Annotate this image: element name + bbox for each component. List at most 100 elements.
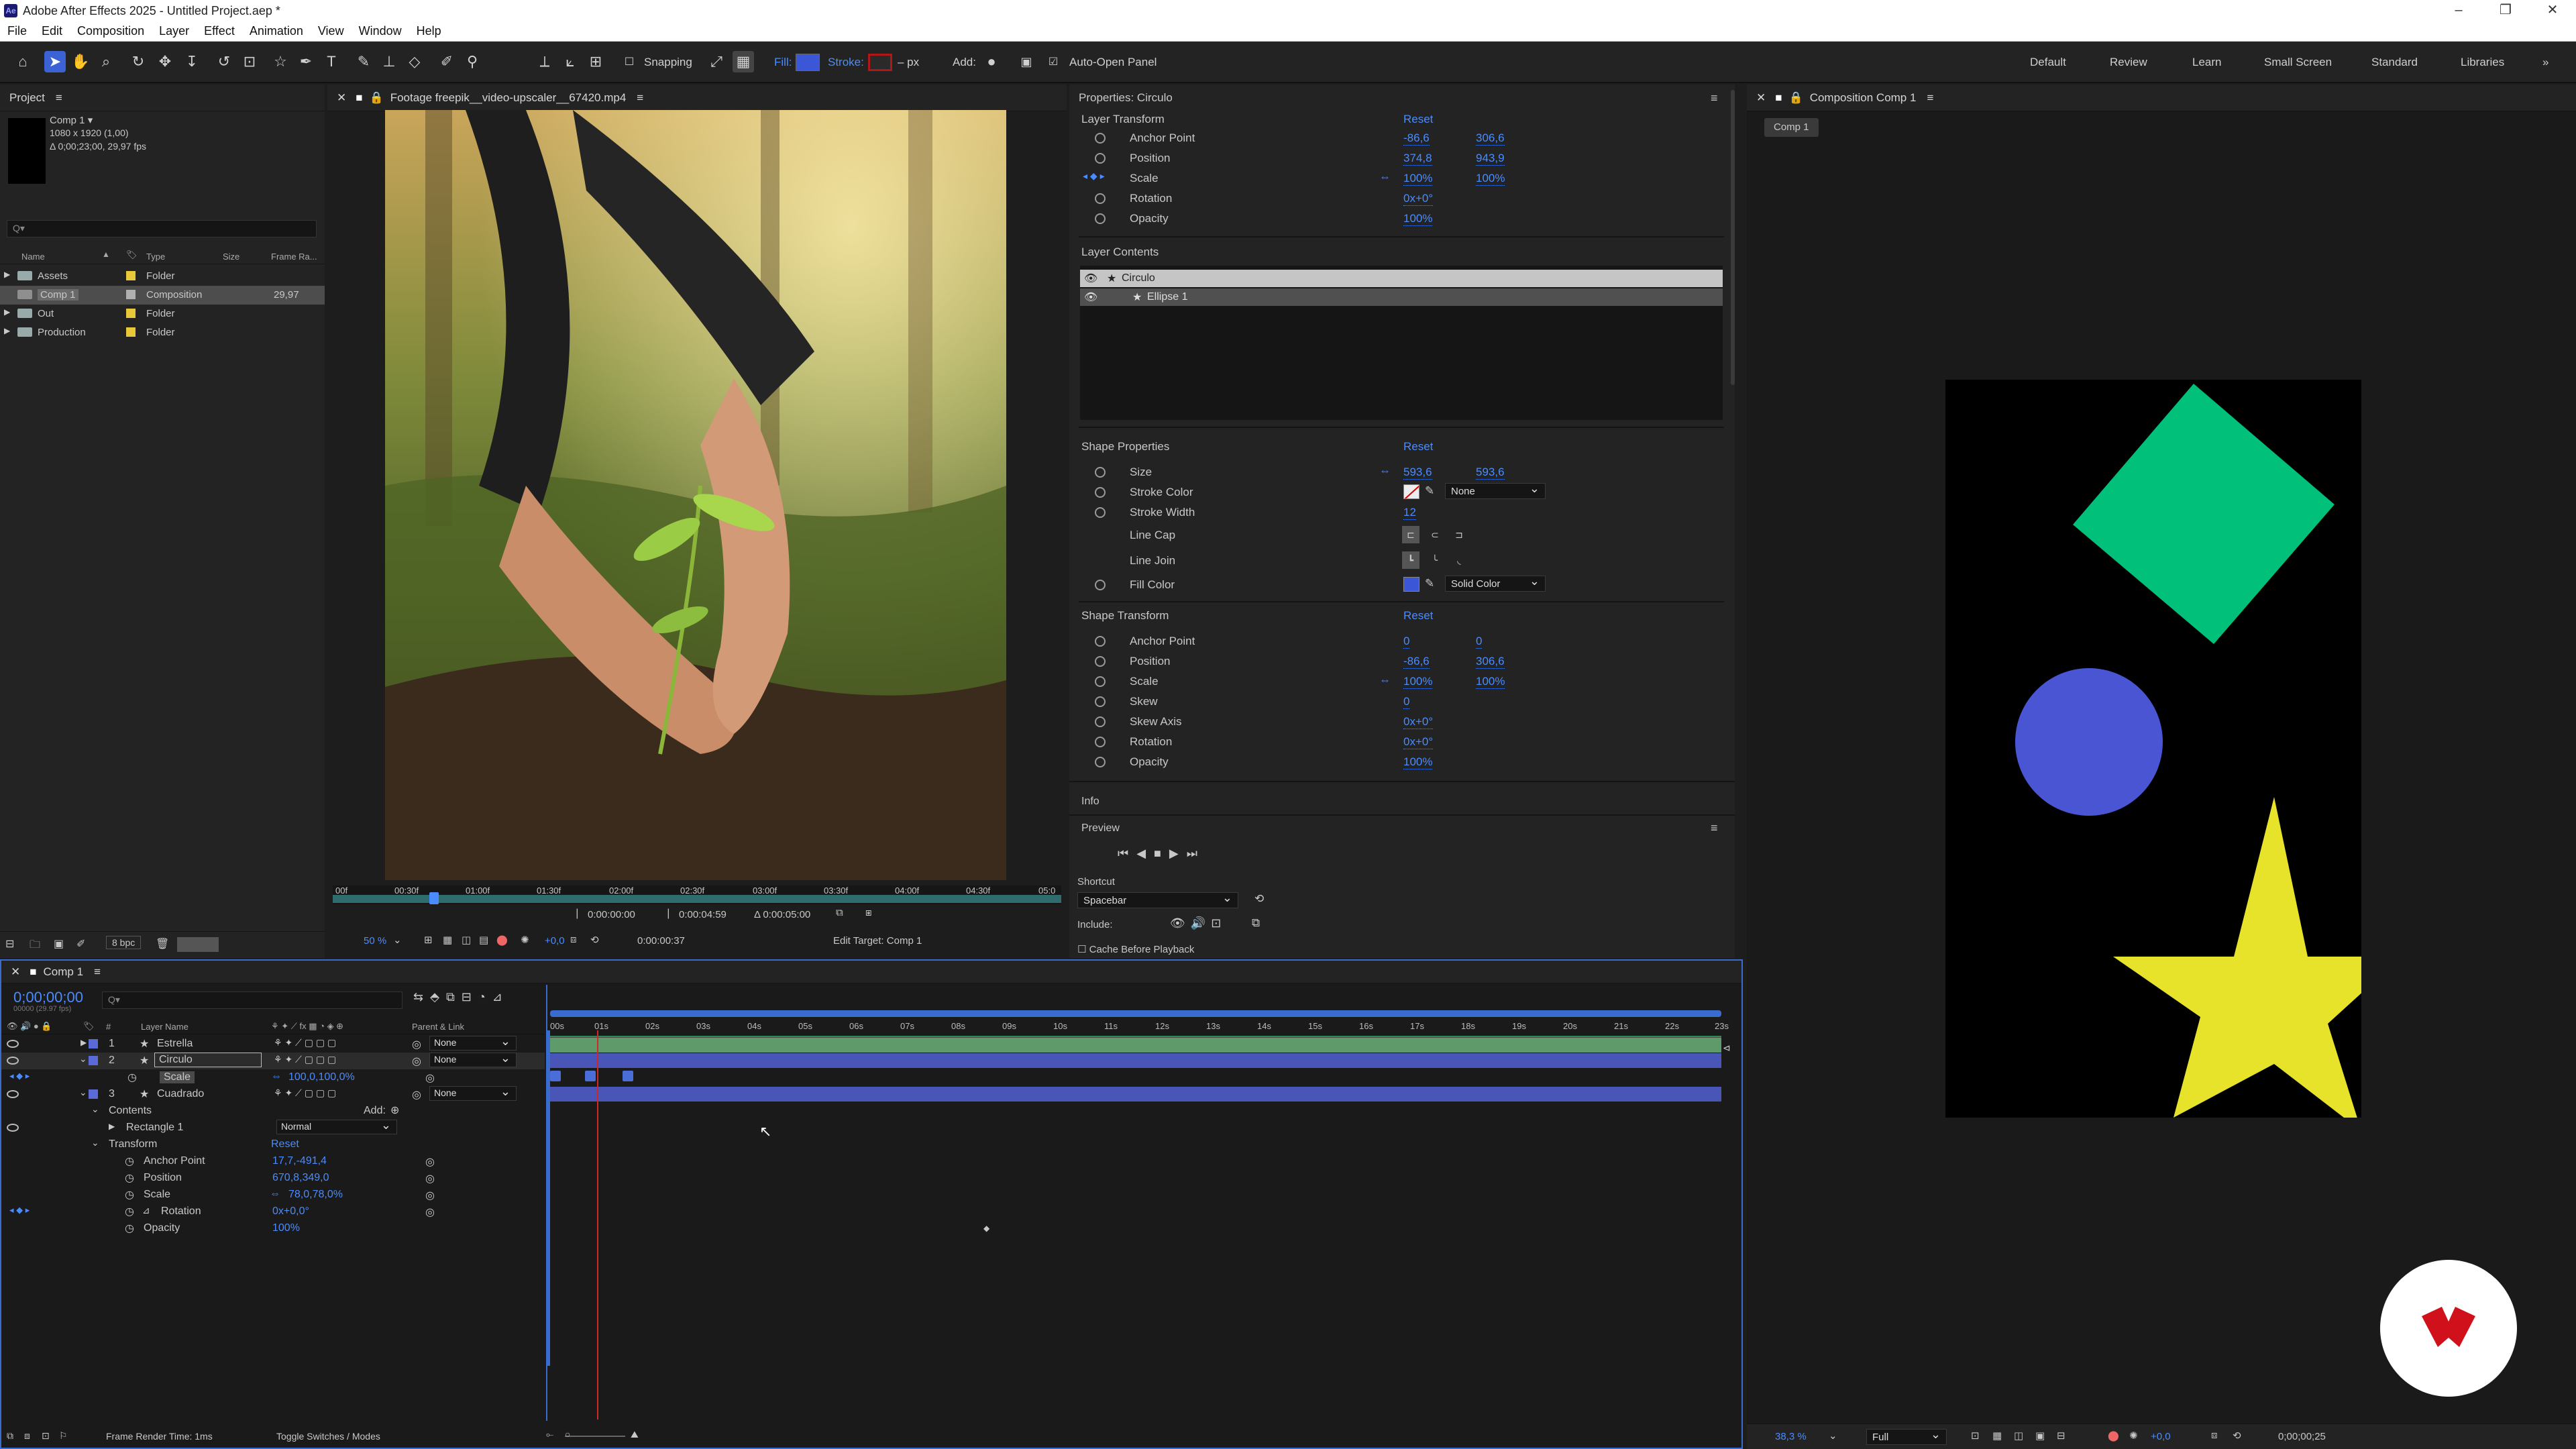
interpret-footage-icon[interactable]: ⊟ — [5, 937, 14, 951]
zoom-dropdown-icon[interactable]: ⌄ — [1829, 1430, 1837, 1442]
visibility-icon[interactable] — [7, 1090, 19, 1098]
workspace-small-screen[interactable]: Small Screen — [2264, 56, 2332, 69]
shape-scale-y[interactable]: 100% — [1476, 675, 1505, 689]
trash-icon[interactable]: 🗑 — [156, 937, 169, 951]
new-folder-icon[interactable]: 🗀 — [30, 937, 40, 955]
pickwhip-icon[interactable]: ◎ — [425, 1071, 435, 1085]
exposure-icon[interactable]: ✺ — [521, 934, 529, 946]
adjust-icon[interactable]: ✐ — [76, 937, 85, 951]
safe-zones-icon[interactable]: ⊞ — [424, 934, 433, 946]
project-search-input[interactable]: Q▾ — [7, 220, 317, 237]
timeline-ruler[interactable]: 00s 01s 02s 03s 04s 05s 06s 07s 08s 09s … — [547, 1018, 1729, 1034]
out-bracket-icon[interactable]: ❘ — [664, 907, 673, 919]
workspace-libraries[interactable]: Libraries — [2461, 56, 2504, 69]
col-framerate[interactable]: Frame Ra... — [271, 252, 317, 262]
footage-out-point[interactable]: 0:00:04:59 — [679, 909, 727, 920]
trim-handle-icon[interactable]: ⊲ — [1723, 1042, 1731, 1054]
color-channel-icon[interactable]: ⬤ — [496, 934, 508, 946]
roto-brush-icon[interactable]: ✐ — [436, 51, 458, 72]
transform-row[interactable]: ⌄ Transform Reset — [1, 1136, 545, 1153]
line-join-bevel-icon[interactable]: ◟ — [1450, 551, 1468, 569]
snap-grid-icon[interactable]: ▦ — [733, 51, 754, 72]
shape-anchor-y[interactable]: 0 — [1476, 635, 1483, 649]
motion-blur-icon[interactable]: ◔ — [478, 990, 492, 1004]
preview-panel-tab[interactable]: Preview — [1081, 822, 1120, 835]
stopwatch-icon[interactable] — [1095, 696, 1106, 707]
shape-skew-axis[interactable]: 0x+0° — [1403, 715, 1434, 729]
layer-row[interactable]: ⌄ 3 ★ Cuadrado ⚘ ✦ ⟋ ▢ ▢ ▢ ◎ None — [1, 1085, 545, 1103]
expand-icon[interactable]: ▶ — [4, 270, 10, 279]
audio-toggle-icon[interactable]: 🔊 — [1191, 916, 1211, 930]
snapshot-icon[interactable]: ⟲ — [590, 934, 599, 946]
comp-name[interactable]: Comp 1 ▾ — [50, 114, 93, 126]
lock-icon[interactable]: 🔒 — [1789, 91, 1803, 105]
project-item-selected[interactable]: Comp 1 Composition 29,97 — [0, 286, 325, 305]
collapse-icon[interactable]: ⌄ — [79, 1087, 87, 1098]
shape-transform-reset[interactable]: Reset — [1403, 609, 1433, 623]
menu-composition[interactable]: Composition — [70, 24, 152, 38]
stopwatch-icon[interactable]: ◷ — [125, 1222, 134, 1235]
project-item[interactable]: ▶ Out Folder — [0, 305, 325, 323]
property-value[interactable]: 17,7,-491,4 — [272, 1155, 327, 1167]
exposure-icon[interactable]: ✺ — [2129, 1430, 2138, 1442]
menu-help[interactable]: Help — [409, 24, 449, 38]
sort-icon[interactable]: ▲ — [102, 250, 110, 259]
stroke-color-swatch[interactable] — [1403, 484, 1419, 499]
workspaces-overflow-icon[interactable]: » — [2542, 56, 2548, 69]
layer-name-editing[interactable]: Circulo — [154, 1053, 262, 1067]
label-col-icon[interactable]: 🏷 — [126, 250, 138, 260]
footage-in-point[interactable]: 0:00:00:00 — [588, 909, 635, 920]
lock-icon[interactable]: ⊡ — [42, 1430, 50, 1442]
property-value[interactable]: 100,0,100,0% — [288, 1071, 355, 1083]
property-value[interactable]: 0x+0,0° — [272, 1205, 309, 1218]
time-navigator[interactable] — [550, 1010, 1721, 1017]
expand-icon[interactable]: ▶ — [80, 1038, 87, 1047]
shy-icon[interactable]: ⧉ — [446, 990, 462, 1004]
property-value[interactable]: 78,0,78,0% — [288, 1189, 343, 1201]
stopwatch-icon[interactable] — [1095, 507, 1106, 518]
panel-menu-icon[interactable]: ≡ — [1711, 821, 1718, 835]
current-time-indicator[interactable] — [597, 1030, 598, 1419]
eyedropper-icon[interactable]: ✎ — [1425, 484, 1434, 498]
keyframe-nav-icon[interactable]: ◂ ◆ ▸ — [9, 1205, 30, 1216]
menu-layer[interactable]: Layer — [152, 24, 197, 38]
overlay-edit-icon[interactable]: ⧆ — [865, 907, 872, 918]
snapshot-icon[interactable]: ⧈ — [2211, 1430, 2218, 1441]
work-area-start-marker[interactable] — [546, 1030, 550, 1366]
property-row[interactable]: ◷ Scale ⇔ 78,0,78,0% ◎ — [1, 1187, 545, 1203]
layer-row[interactable]: ▶ 1 ★ Estrella ⚘ ✦ ⟋ ▢ ▢ ▢ ◎ None — [1, 1034, 545, 1053]
workspace-standard[interactable]: Standard — [2371, 56, 2418, 69]
scale-x-value[interactable]: 100% — [1403, 172, 1433, 186]
channel-icon[interactable]: ▤ — [479, 934, 488, 946]
home-icon[interactable]: ⌂ — [12, 51, 34, 72]
layer-name[interactable]: Estrella — [157, 1038, 193, 1050]
transform-reset[interactable]: Reset — [271, 1138, 299, 1150]
resolution-dropdown[interactable]: Full — [1866, 1428, 1947, 1445]
comp-flowchart-icon[interactable]: ⇆ — [413, 990, 430, 1004]
footage-time-ruler[interactable]: 00f 00:30f 01:00f 01:30f 02:00f 02:30f 0… — [333, 885, 1061, 904]
close-tab-icon[interactable]: ✕ — [1756, 91, 1766, 105]
layer-bar-estrella[interactable] — [550, 1038, 1721, 1053]
property-value[interactable]: 670,8,349,0 — [272, 1172, 329, 1184]
line-cap-round-icon[interactable]: ⊂ — [1426, 526, 1444, 543]
collapse-icon[interactable]: ⌄ — [91, 1137, 99, 1148]
info-panel-tab[interactable]: Info — [1081, 796, 1099, 808]
snap-options-icon[interactable]: ⤢ — [706, 51, 727, 72]
menu-edit[interactable]: Edit — [34, 24, 70, 38]
timeline-timecode[interactable]: 0;00;00;00 — [13, 989, 83, 1006]
work-area-bar[interactable] — [333, 895, 1061, 903]
line-join-miter-icon[interactable]: ┗ — [1402, 551, 1419, 569]
stopwatch-icon[interactable] — [1095, 467, 1106, 478]
constrain-link-icon[interactable]: ⇔ — [271, 1071, 282, 1083]
shape-opacity[interactable]: 100% — [1403, 755, 1433, 769]
shape-position-x[interactable]: -86,6 — [1403, 655, 1430, 669]
close-tab-icon[interactable]: ✕ — [11, 965, 20, 979]
fill-mode-dropdown[interactable]: Solid Color — [1445, 574, 1546, 592]
label-col-icon[interactable]: 🏷 — [83, 1021, 95, 1032]
shape-scale-x[interactable]: 100% — [1403, 675, 1433, 689]
constrain-link-icon[interactable]: ⇔ — [1379, 674, 1391, 687]
property-row[interactable]: ◂ ◆ ▸ ◷ ⊿ Rotation 0x+0,0° ◎ — [1, 1203, 545, 1220]
shape-anchor-x[interactable]: 0 — [1403, 635, 1410, 649]
rotation-keyframe-icon[interactable]: ◆ — [983, 1224, 989, 1233]
project-item[interactable]: ▶ Production Folder — [0, 323, 325, 342]
